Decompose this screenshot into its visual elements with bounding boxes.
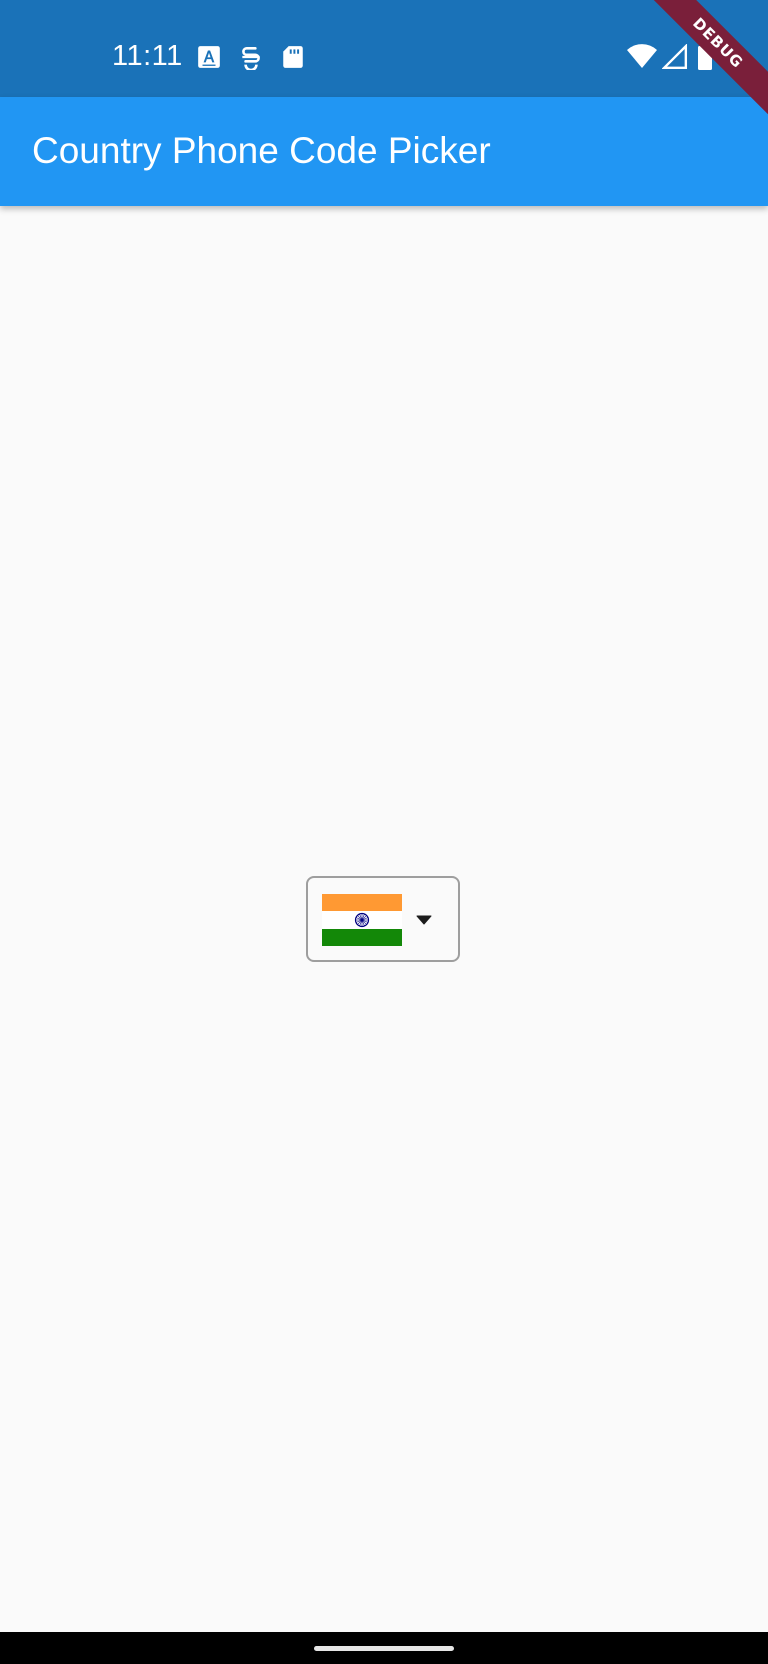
a-keyboard-icon (196, 44, 222, 70)
app-bar: Country Phone Code Picker (0, 97, 768, 206)
india-flag-icon (322, 894, 402, 946)
page-title: Country Phone Code Picker (32, 130, 491, 171)
flag-green-stripe (322, 928, 402, 946)
flag-saffron-stripe (322, 894, 402, 912)
status-bar: 11:11 (0, 0, 768, 97)
country-code-picker-button[interactable] (306, 876, 460, 962)
wifi-icon (626, 44, 658, 70)
ashoka-chakra-icon (354, 912, 370, 928)
gesture-handle[interactable] (314, 1646, 454, 1651)
navigation-bar (0, 1632, 768, 1664)
sd-card-icon (280, 44, 306, 70)
s-sync-icon (238, 44, 264, 70)
cell-signal-icon (662, 44, 688, 70)
battery-icon (696, 44, 714, 70)
arrow-drop-down-icon (416, 915, 432, 925)
screen: 11:11 DEBUG Country Phone Code Picker (0, 0, 768, 1664)
status-time: 11:11 (112, 40, 183, 72)
